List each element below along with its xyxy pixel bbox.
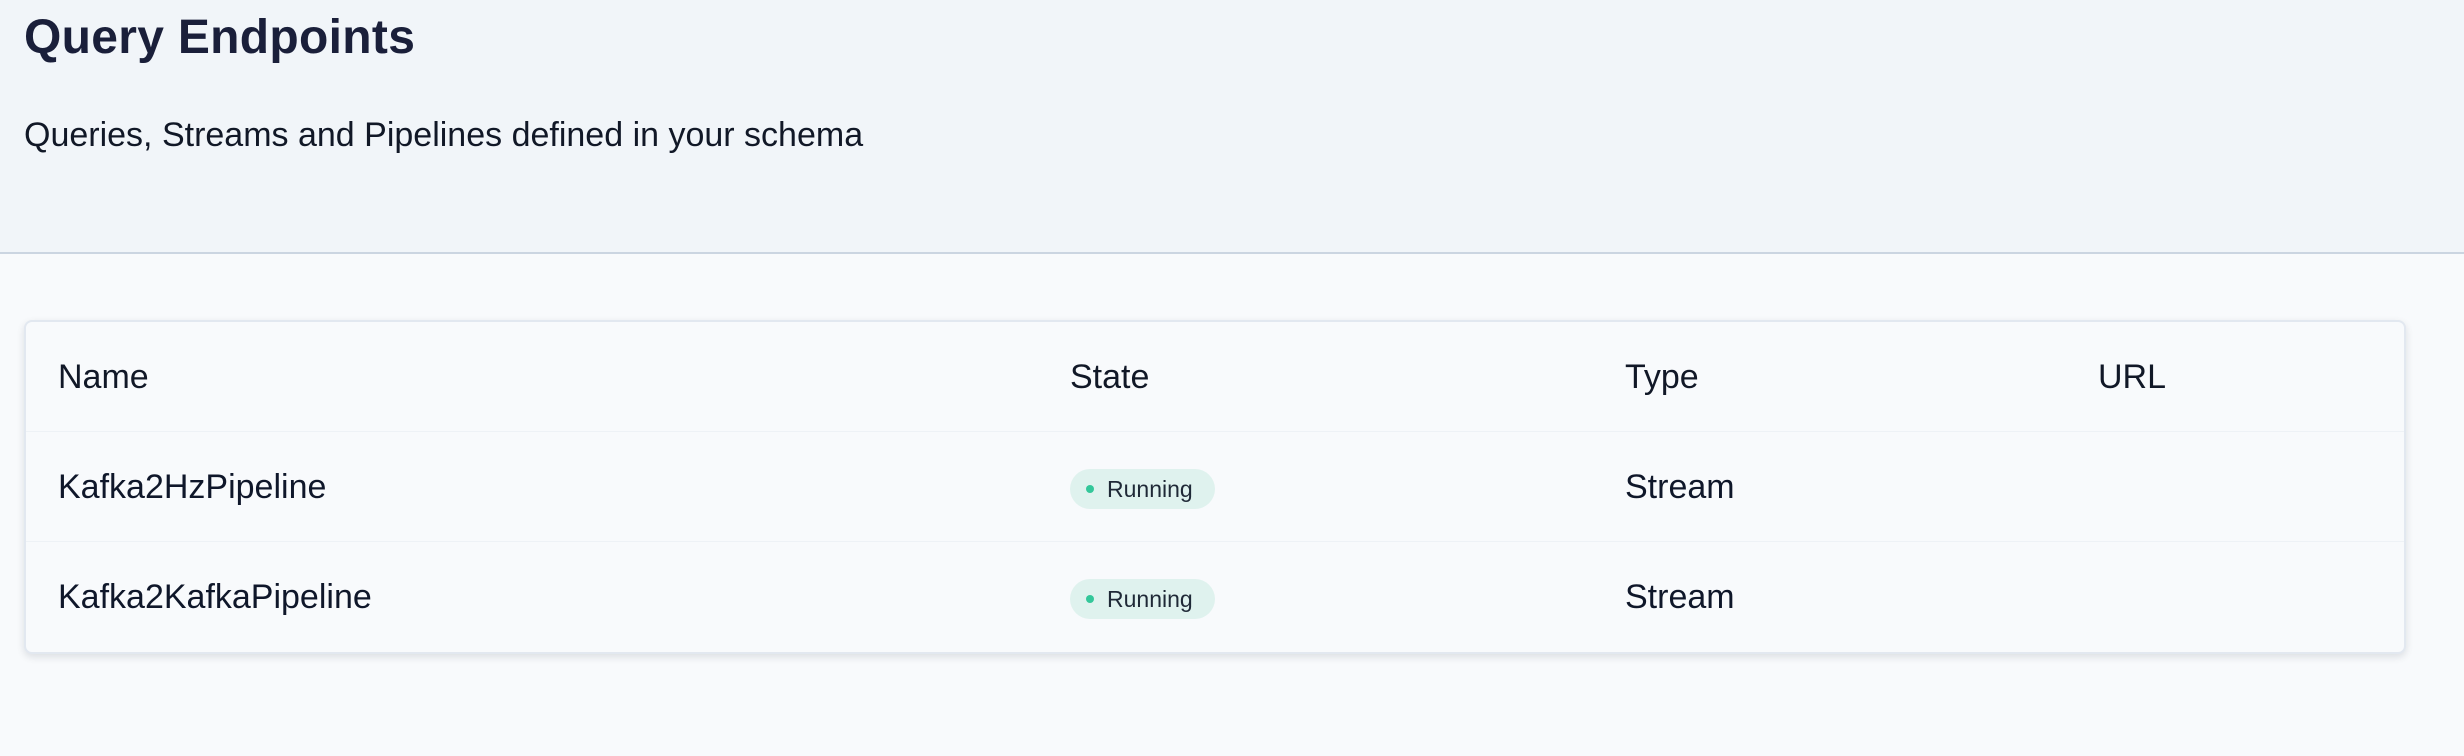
status-dot-icon <box>1086 595 1094 603</box>
page-title: Query Endpoints <box>24 11 416 64</box>
endpoint-name[interactable]: Kafka2KafkaPipeline <box>58 542 372 652</box>
status-dot-icon <box>1086 485 1094 493</box>
table-row[interactable]: Kafka2HzPipeline Running Stream <box>26 432 2404 542</box>
status-label: Running <box>1107 475 1193 502</box>
table-row[interactable]: Kafka2KafkaPipeline Running Stream <box>26 542 2404 652</box>
column-header-url[interactable]: URL <box>2098 322 2166 432</box>
column-header-state[interactable]: State <box>1070 322 1149 432</box>
page-header: Query Endpoints Queries, Streams and Pip… <box>0 0 2464 254</box>
table-header-row: Name State Type URL <box>26 322 2404 432</box>
column-header-type[interactable]: Type <box>1625 322 1699 432</box>
page-subtitle: Queries, Streams and Pipelines defined i… <box>24 116 864 154</box>
column-header-name[interactable]: Name <box>58 322 149 432</box>
status-label: Running <box>1107 585 1193 612</box>
endpoint-type: Stream <box>1625 578 1735 616</box>
status-badge: Running <box>1070 579 1215 619</box>
endpoints-table: Name State Type URL Kafka2HzPipeline Run… <box>24 320 2406 654</box>
endpoint-name[interactable]: Kafka2HzPipeline <box>58 432 326 542</box>
endpoint-type: Stream <box>1625 468 1735 506</box>
status-badge: Running <box>1070 469 1215 509</box>
